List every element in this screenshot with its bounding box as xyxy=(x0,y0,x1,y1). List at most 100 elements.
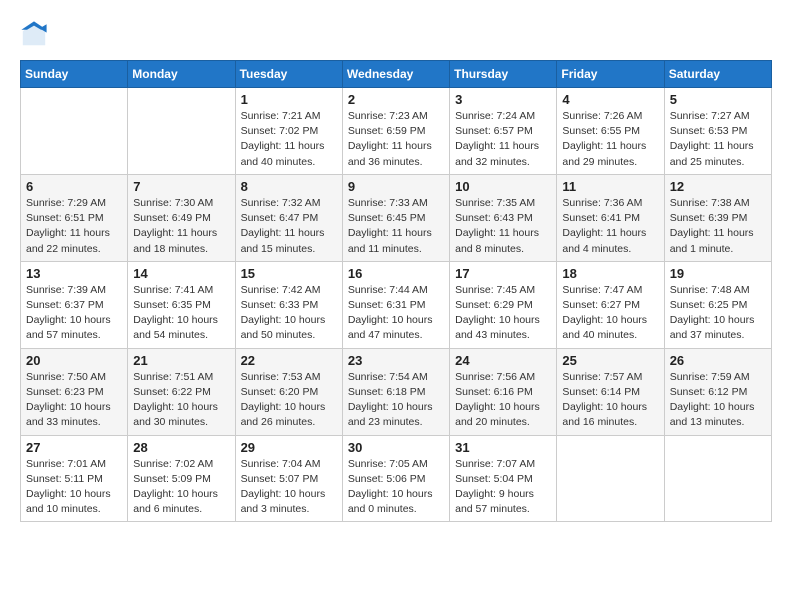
calendar-week-row: 1 Sunrise: 7:21 AM Sunset: 7:02 PM Daylig… xyxy=(21,88,772,175)
weekday-header: Thursday xyxy=(450,61,557,88)
day-info: Sunrise: 7:35 AM Sunset: 6:43 PM Dayligh… xyxy=(455,196,551,257)
day-info: Sunrise: 7:50 AM Sunset: 6:23 PM Dayligh… xyxy=(26,370,122,431)
calendar-cell: 28Sunrise: 7:02 AM Sunset: 5:09 PM Dayli… xyxy=(128,435,235,522)
calendar-header-row: SundayMondayTuesdayWednesdayThursdayFrid… xyxy=(21,61,772,88)
calendar-cell xyxy=(664,435,771,522)
day-info: Sunrise: 7:33 AM Sunset: 6:45 PM Dayligh… xyxy=(348,196,444,257)
calendar-cell: 3 Sunrise: 7:24 AM Sunset: 6:57 PM Daylig… xyxy=(450,88,557,175)
header xyxy=(20,20,772,48)
logo xyxy=(20,20,54,48)
calendar-cell: 11Sunrise: 7:36 AM Sunset: 6:41 PM Dayli… xyxy=(557,174,664,261)
day-info: Sunrise: 7:59 AM Sunset: 6:12 PM Dayligh… xyxy=(670,370,766,431)
day-number: 20 xyxy=(26,353,122,368)
day-number: 24 xyxy=(455,353,551,368)
day-info: Sunrise: 7:54 AM Sunset: 6:18 PM Dayligh… xyxy=(348,370,444,431)
day-number: 9 xyxy=(348,179,444,194)
day-number: 10 xyxy=(455,179,551,194)
calendar-cell: 20 Sunrise: 7:50 AM Sunset: 6:23 PM Dayli… xyxy=(21,348,128,435)
day-number: 12 xyxy=(670,179,766,194)
calendar-cell: 12 Sunrise: 7:38 AM Sunset: 6:39 PM Dayli… xyxy=(664,174,771,261)
day-number: 14 xyxy=(133,266,229,281)
calendar-cell xyxy=(557,435,664,522)
calendar-table: SundayMondayTuesdayWednesdayThursdayFrid… xyxy=(20,60,772,522)
day-info: Sunrise: 7:39 AM Sunset: 6:37 PM Dayligh… xyxy=(26,283,122,344)
day-number: 4 xyxy=(562,92,658,107)
calendar-cell: 25 Sunrise: 7:57 AM Sunset: 6:14 PM Dayli… xyxy=(557,348,664,435)
calendar-week-row: 27 Sunrise: 7:01 AM Sunset: 5:11 PM Dayli… xyxy=(21,435,772,522)
day-info: Sunrise: 7:57 AM Sunset: 6:14 PM Dayligh… xyxy=(562,370,658,431)
day-info: Sunrise: 7:01 AM Sunset: 5:11 PM Dayligh… xyxy=(26,457,122,518)
day-info: Sunrise: 7:24 AM Sunset: 6:57 PM Dayligh… xyxy=(455,109,551,170)
day-info: Sunrise: 7:27 AM Sunset: 6:53 PM Dayligh… xyxy=(670,109,766,170)
day-number: 26 xyxy=(670,353,766,368)
day-info: Sunrise: 7:07 AM Sunset: 5:04 PM Dayligh… xyxy=(455,457,551,518)
day-number: 1 xyxy=(241,92,337,107)
day-info: Sunrise: 7:04 AM Sunset: 5:07 PM Dayligh… xyxy=(241,457,337,518)
calendar-week-row: 13 Sunrise: 7:39 AM Sunset: 6:37 PM Dayli… xyxy=(21,261,772,348)
calendar-cell: 18 Sunrise: 7:47 AM Sunset: 6:27 PM Dayli… xyxy=(557,261,664,348)
day-number: 27 xyxy=(26,440,122,455)
day-number: 3 xyxy=(455,92,551,107)
day-info: Sunrise: 7:51 AM Sunset: 6:22 PM Dayligh… xyxy=(133,370,229,431)
day-number: 31 xyxy=(455,440,551,455)
day-number: 7 xyxy=(133,179,229,194)
day-info: Sunrise: 7:42 AM Sunset: 6:33 PM Dayligh… xyxy=(241,283,337,344)
calendar-cell: 27 Sunrise: 7:01 AM Sunset: 5:11 PM Dayli… xyxy=(21,435,128,522)
day-info: Sunrise: 7:23 AM Sunset: 6:59 PM Dayligh… xyxy=(348,109,444,170)
weekday-header: Wednesday xyxy=(342,61,449,88)
day-info: Sunrise: 7:56 AM Sunset: 6:16 PM Dayligh… xyxy=(455,370,551,431)
day-info: Sunrise: 7:26 AM Sunset: 6:55 PM Dayligh… xyxy=(562,109,658,170)
calendar-cell: 10 Sunrise: 7:35 AM Sunset: 6:43 PM Dayli… xyxy=(450,174,557,261)
day-info: Sunrise: 7:41 AM Sunset: 6:35 PM Dayligh… xyxy=(133,283,229,344)
day-number: 17 xyxy=(455,266,551,281)
calendar-cell: 9 Sunrise: 7:33 AM Sunset: 6:45 PM Daylig… xyxy=(342,174,449,261)
calendar-cell: 21 Sunrise: 7:51 AM Sunset: 6:22 PM Dayli… xyxy=(128,348,235,435)
calendar-cell: 5 Sunrise: 7:27 AM Sunset: 6:53 PM Daylig… xyxy=(664,88,771,175)
calendar-cell: 24 Sunrise: 7:56 AM Sunset: 6:16 PM Dayli… xyxy=(450,348,557,435)
day-number: 25 xyxy=(562,353,658,368)
calendar-cell: 30Sunrise: 7:05 AM Sunset: 5:06 PM Dayli… xyxy=(342,435,449,522)
day-number: 2 xyxy=(348,92,444,107)
day-info: Sunrise: 7:38 AM Sunset: 6:39 PM Dayligh… xyxy=(670,196,766,257)
day-number: 29 xyxy=(241,440,337,455)
day-info: Sunrise: 7:02 AM Sunset: 5:09 PM Dayligh… xyxy=(133,457,229,518)
calendar-cell: 22Sunrise: 7:53 AM Sunset: 6:20 PM Dayli… xyxy=(235,348,342,435)
day-info: Sunrise: 7:53 AM Sunset: 6:20 PM Dayligh… xyxy=(241,370,337,431)
logo-icon xyxy=(20,20,48,48)
day-number: 8 xyxy=(241,179,337,194)
day-number: 21 xyxy=(133,353,229,368)
calendar-cell: 16 Sunrise: 7:44 AM Sunset: 6:31 PM Dayli… xyxy=(342,261,449,348)
weekday-header: Tuesday xyxy=(235,61,342,88)
calendar-cell: 6Sunrise: 7:29 AM Sunset: 6:51 PM Daylig… xyxy=(21,174,128,261)
day-number: 15 xyxy=(241,266,337,281)
calendar-cell xyxy=(128,88,235,175)
calendar-week-row: 6Sunrise: 7:29 AM Sunset: 6:51 PM Daylig… xyxy=(21,174,772,261)
day-info: Sunrise: 7:48 AM Sunset: 6:25 PM Dayligh… xyxy=(670,283,766,344)
page: SundayMondayTuesdayWednesdayThursdayFrid… xyxy=(0,0,792,532)
calendar-cell: 2 Sunrise: 7:23 AM Sunset: 6:59 PM Daylig… xyxy=(342,88,449,175)
day-number: 13 xyxy=(26,266,122,281)
calendar-cell: 29 Sunrise: 7:04 AM Sunset: 5:07 PM Dayli… xyxy=(235,435,342,522)
weekday-header: Friday xyxy=(557,61,664,88)
calendar-cell: 31 Sunrise: 7:07 AM Sunset: 5:04 PM Dayli… xyxy=(450,435,557,522)
day-number: 16 xyxy=(348,266,444,281)
day-info: Sunrise: 7:44 AM Sunset: 6:31 PM Dayligh… xyxy=(348,283,444,344)
calendar-cell: 14 Sunrise: 7:41 AM Sunset: 6:35 PM Dayli… xyxy=(128,261,235,348)
day-info: Sunrise: 7:45 AM Sunset: 6:29 PM Dayligh… xyxy=(455,283,551,344)
weekday-header: Sunday xyxy=(21,61,128,88)
day-info: Sunrise: 7:30 AM Sunset: 6:49 PM Dayligh… xyxy=(133,196,229,257)
calendar-cell: 1 Sunrise: 7:21 AM Sunset: 7:02 PM Daylig… xyxy=(235,88,342,175)
day-info: Sunrise: 7:05 AM Sunset: 5:06 PM Dayligh… xyxy=(348,457,444,518)
day-info: Sunrise: 7:21 AM Sunset: 7:02 PM Dayligh… xyxy=(241,109,337,170)
calendar-cell: 4 Sunrise: 7:26 AM Sunset: 6:55 PM Daylig… xyxy=(557,88,664,175)
calendar-cell: 26 Sunrise: 7:59 AM Sunset: 6:12 PM Dayli… xyxy=(664,348,771,435)
calendar-cell: 23Sunrise: 7:54 AM Sunset: 6:18 PM Dayli… xyxy=(342,348,449,435)
day-info: Sunrise: 7:32 AM Sunset: 6:47 PM Dayligh… xyxy=(241,196,337,257)
weekday-header: Saturday xyxy=(664,61,771,88)
calendar-week-row: 20 Sunrise: 7:50 AM Sunset: 6:23 PM Dayli… xyxy=(21,348,772,435)
day-number: 5 xyxy=(670,92,766,107)
calendar-cell: 7 Sunrise: 7:30 AM Sunset: 6:49 PM Daylig… xyxy=(128,174,235,261)
day-number: 18 xyxy=(562,266,658,281)
day-info: Sunrise: 7:47 AM Sunset: 6:27 PM Dayligh… xyxy=(562,283,658,344)
day-number: 19 xyxy=(670,266,766,281)
